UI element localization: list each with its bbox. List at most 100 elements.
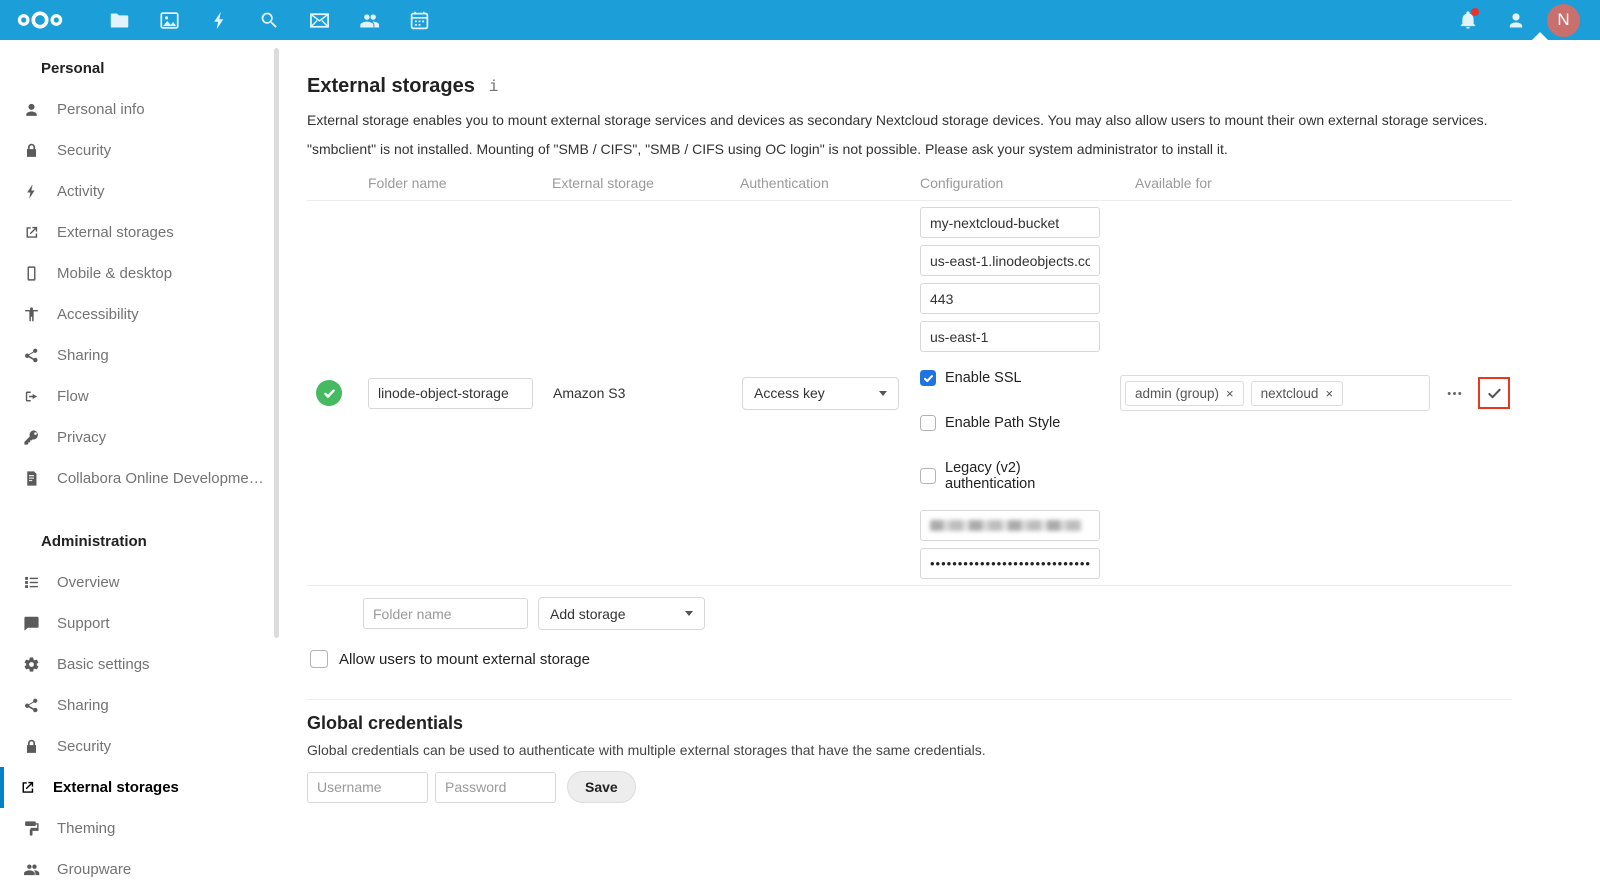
add-storage-select[interactable]: Add storage bbox=[538, 597, 705, 630]
sidebar-item-overview[interactable]: Overview bbox=[0, 562, 280, 603]
sidebar-item-collabora[interactable]: Collabora Online Development Edit... bbox=[0, 458, 280, 499]
chip-label: admin (group) bbox=[1135, 386, 1219, 401]
sidebar-section-title: Administration bbox=[0, 521, 280, 562]
column-header-folder: Folder name bbox=[363, 175, 547, 191]
table-header-row: Folder name External storage Authenticat… bbox=[307, 175, 1512, 201]
bucket-input[interactable] bbox=[920, 207, 1100, 238]
topbar-app-activity[interactable] bbox=[194, 0, 244, 40]
sidebar-item-label: Sharing bbox=[57, 697, 109, 714]
share-icon bbox=[23, 347, 40, 364]
port-input[interactable] bbox=[920, 283, 1100, 314]
remove-chip-icon[interactable]: × bbox=[1325, 386, 1333, 401]
remove-chip-icon[interactable]: × bbox=[1226, 386, 1234, 401]
ellipsis-icon bbox=[1446, 385, 1463, 402]
sidebar-item-external-storages[interactable]: External storages bbox=[0, 212, 280, 253]
checkbox-box-icon bbox=[920, 415, 936, 431]
unread-dot bbox=[1471, 8, 1479, 16]
new-folder-name-input[interactable] bbox=[363, 598, 528, 629]
legacy-auth-checkbox[interactable]: Legacy (v2) authentication bbox=[920, 460, 1115, 492]
checkbox-box-icon bbox=[920, 468, 936, 484]
global-username-input[interactable] bbox=[307, 772, 428, 803]
enable-path-style-label: Enable Path Style bbox=[945, 415, 1060, 431]
row-options-button[interactable] bbox=[1443, 382, 1465, 404]
enable-path-style-checkbox[interactable]: Enable Path Style bbox=[920, 415, 1115, 431]
sidebar-item-privacy[interactable]: Privacy bbox=[0, 417, 280, 458]
settings-menu-caret bbox=[1531, 32, 1549, 41]
sidebar-item-activity[interactable]: Activity bbox=[0, 171, 280, 212]
topbar-app-photos[interactable] bbox=[144, 0, 194, 40]
chevron-down-icon bbox=[879, 391, 887, 396]
sidebar-item-mobile-desktop[interactable]: Mobile & desktop bbox=[0, 253, 280, 294]
sidebar-item-personal-info[interactable]: Personal info bbox=[0, 89, 280, 130]
notifications-button[interactable] bbox=[1451, 0, 1485, 40]
authentication-selected: Access key bbox=[754, 385, 825, 401]
authentication-select[interactable]: Access key bbox=[742, 377, 899, 410]
access-key-input[interactable] bbox=[920, 510, 1100, 541]
column-header-status bbox=[307, 175, 363, 191]
column-header-available: Available for bbox=[1115, 175, 1512, 191]
available-for-input[interactable]: admin (group) × nextcloud × bbox=[1120, 375, 1430, 411]
topbar-app-mail[interactable] bbox=[294, 0, 344, 40]
external-icon bbox=[23, 224, 40, 241]
sidebar-scrollbar[interactable] bbox=[274, 48, 279, 638]
topbar-app-calendar[interactable] bbox=[394, 0, 444, 40]
contacts-menu-button[interactable] bbox=[1499, 0, 1533, 40]
info-icon[interactable]: i bbox=[489, 78, 499, 96]
folder-name-input[interactable] bbox=[368, 378, 533, 409]
list-icon bbox=[23, 574, 40, 591]
section-divider bbox=[307, 699, 1512, 700]
smbclient-warning-text: "smbclient" is not installed. Mounting o… bbox=[307, 141, 1512, 157]
checkbox-box-icon bbox=[920, 370, 936, 386]
sidebar-item-label: Overview bbox=[57, 574, 120, 591]
topbar-app-search[interactable] bbox=[244, 0, 294, 40]
lock-icon bbox=[23, 738, 40, 755]
intro-text: External storage enables you to mount ex… bbox=[307, 112, 1512, 128]
sidebar-item-admin-sharing[interactable]: Sharing bbox=[0, 685, 280, 726]
save-button[interactable]: Save bbox=[567, 771, 636, 803]
sidebar-item-label: Personal info bbox=[57, 101, 145, 118]
sidebar-item-admin-external-storages[interactable]: External storages bbox=[0, 767, 280, 808]
region-input[interactable] bbox=[920, 321, 1100, 352]
allow-users-checkbox[interactable]: Allow users to mount external storage bbox=[310, 650, 1512, 668]
global-credentials-title: Global credentials bbox=[307, 713, 1512, 734]
sidebar-item-label: Basic settings bbox=[57, 656, 150, 673]
sidebar-item-groupware[interactable]: Groupware bbox=[0, 849, 280, 890]
magnifier-icon bbox=[259, 10, 280, 31]
sidebar-item-basic-settings[interactable]: Basic settings bbox=[0, 644, 280, 685]
column-header-config: Configuration bbox=[915, 175, 1115, 191]
enable-ssl-checkbox[interactable]: Enable SSL bbox=[920, 370, 1115, 386]
global-credentials-description: Global credentials can be used to authen… bbox=[307, 742, 1512, 758]
chevron-down-icon bbox=[685, 611, 693, 616]
sidebar-item-label: Support bbox=[57, 615, 110, 632]
mail-icon bbox=[309, 10, 330, 31]
topbar-app-contacts[interactable] bbox=[344, 0, 394, 40]
secret-key-input[interactable] bbox=[920, 548, 1100, 579]
sidebar-item-label: External storages bbox=[57, 224, 174, 241]
configuration-cell: Enable SSL Enable Path Style Legacy (v2)… bbox=[915, 207, 1115, 579]
topbar-app-files[interactable] bbox=[94, 0, 144, 40]
hostname-input[interactable] bbox=[920, 245, 1100, 276]
topbar-right: N bbox=[1451, 0, 1580, 40]
app-menu bbox=[94, 0, 444, 40]
global-password-input[interactable] bbox=[435, 772, 556, 803]
save-storage-button[interactable] bbox=[1478, 377, 1510, 409]
column-header-auth: Authentication bbox=[735, 175, 915, 191]
sidebar-item-label: Security bbox=[57, 738, 111, 755]
sidebar-item-theming[interactable]: Theming bbox=[0, 808, 280, 849]
avatar[interactable]: N bbox=[1547, 4, 1580, 37]
enable-ssl-label: Enable SSL bbox=[945, 370, 1022, 386]
sidebar-item-sharing[interactable]: Sharing bbox=[0, 335, 280, 376]
sidebar-item-flow[interactable]: Flow bbox=[0, 376, 280, 417]
main-content: External storages i External storage ena… bbox=[280, 40, 1600, 892]
sidebar-item-accessibility[interactable]: Accessibility bbox=[0, 294, 280, 335]
nextcloud-logo-icon[interactable] bbox=[16, 7, 66, 33]
sidebar-item-support[interactable]: Support bbox=[0, 603, 280, 644]
external-icon bbox=[19, 779, 36, 796]
top-bar: N bbox=[0, 0, 1600, 40]
people-icon bbox=[23, 861, 40, 878]
sidebar-item-admin-security[interactable]: Security bbox=[0, 726, 280, 767]
sidebar-item-security[interactable]: Security bbox=[0, 130, 280, 171]
sidebar-item-label: Security bbox=[57, 142, 111, 159]
sidebar-item-label: Theming bbox=[57, 820, 115, 837]
sidebar-item-label: Collabora Online Development Edit... bbox=[57, 470, 272, 487]
